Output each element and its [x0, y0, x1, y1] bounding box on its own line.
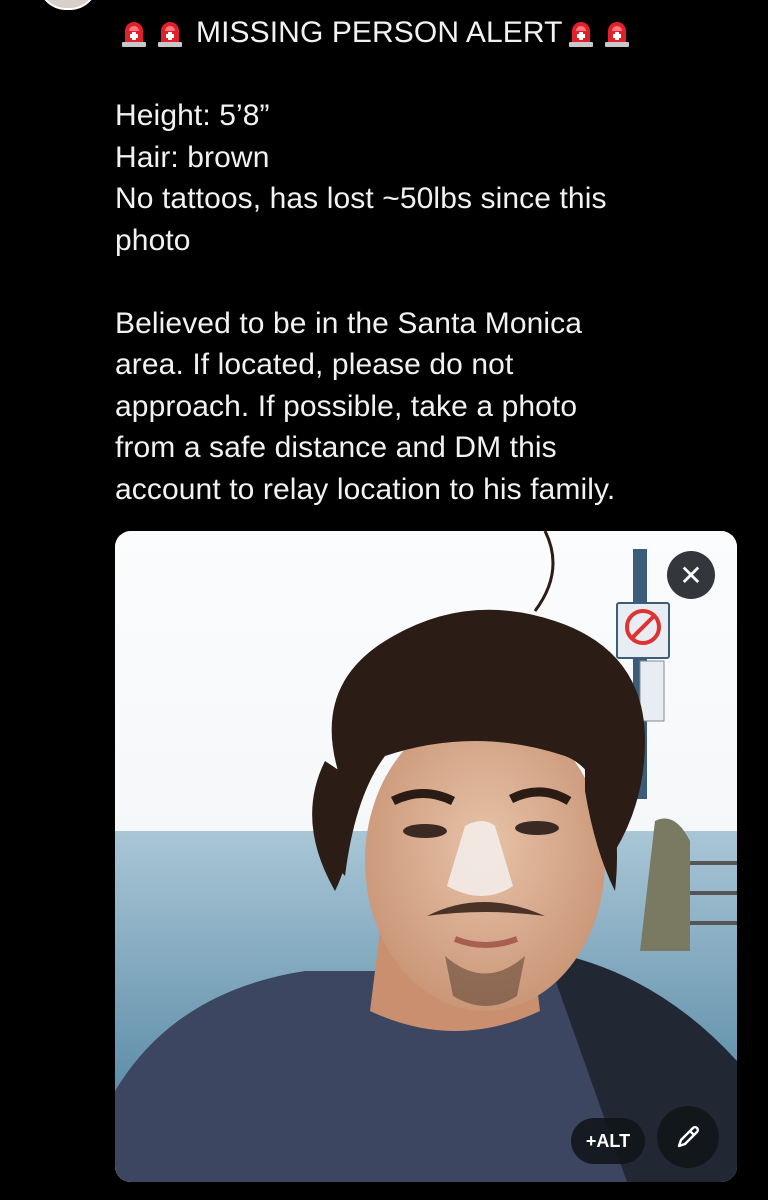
body-line: Believed to be in the Santa Monica [115, 306, 583, 340]
body-line: area. If located, please do not [115, 348, 514, 381]
siren-icon [120, 18, 148, 48]
photo-image [115, 531, 737, 1182]
alert-title: MISSING PERSON ALERT [196, 16, 563, 49]
close-glyph: ✕ [679, 559, 703, 591]
add-alt-text-button[interactable]: +ALT [571, 1118, 645, 1164]
body-line: approach. If possible, take a photo [115, 389, 578, 423]
avatar[interactable] [38, 0, 98, 10]
pencil-icon [677, 1125, 700, 1148]
post-body: MISSING PERSON ALERT Height: 5’8” Hair: … [115, 12, 735, 510]
siren-icon [156, 18, 184, 48]
hair-line: Hair: brown [115, 140, 270, 174]
attached-photo[interactable]: ✕ +ALT [115, 531, 737, 1182]
edit-image-button[interactable] [657, 1106, 719, 1168]
siren-icon [603, 18, 631, 48]
close-icon[interactable]: ✕ [667, 551, 715, 599]
tattoos-line: No tattoos, has lost ~50lbs since this [115, 182, 607, 215]
body-line: from a safe distance and DM this [115, 431, 557, 464]
tattoos-line-cont: photo [115, 223, 191, 257]
body-line: account to relay location to his family. [115, 472, 616, 506]
siren-icon [567, 18, 595, 48]
alert-heading: MISSING PERSON ALERT [120, 12, 735, 54]
height-line: Height: 5’8” [115, 99, 270, 132]
